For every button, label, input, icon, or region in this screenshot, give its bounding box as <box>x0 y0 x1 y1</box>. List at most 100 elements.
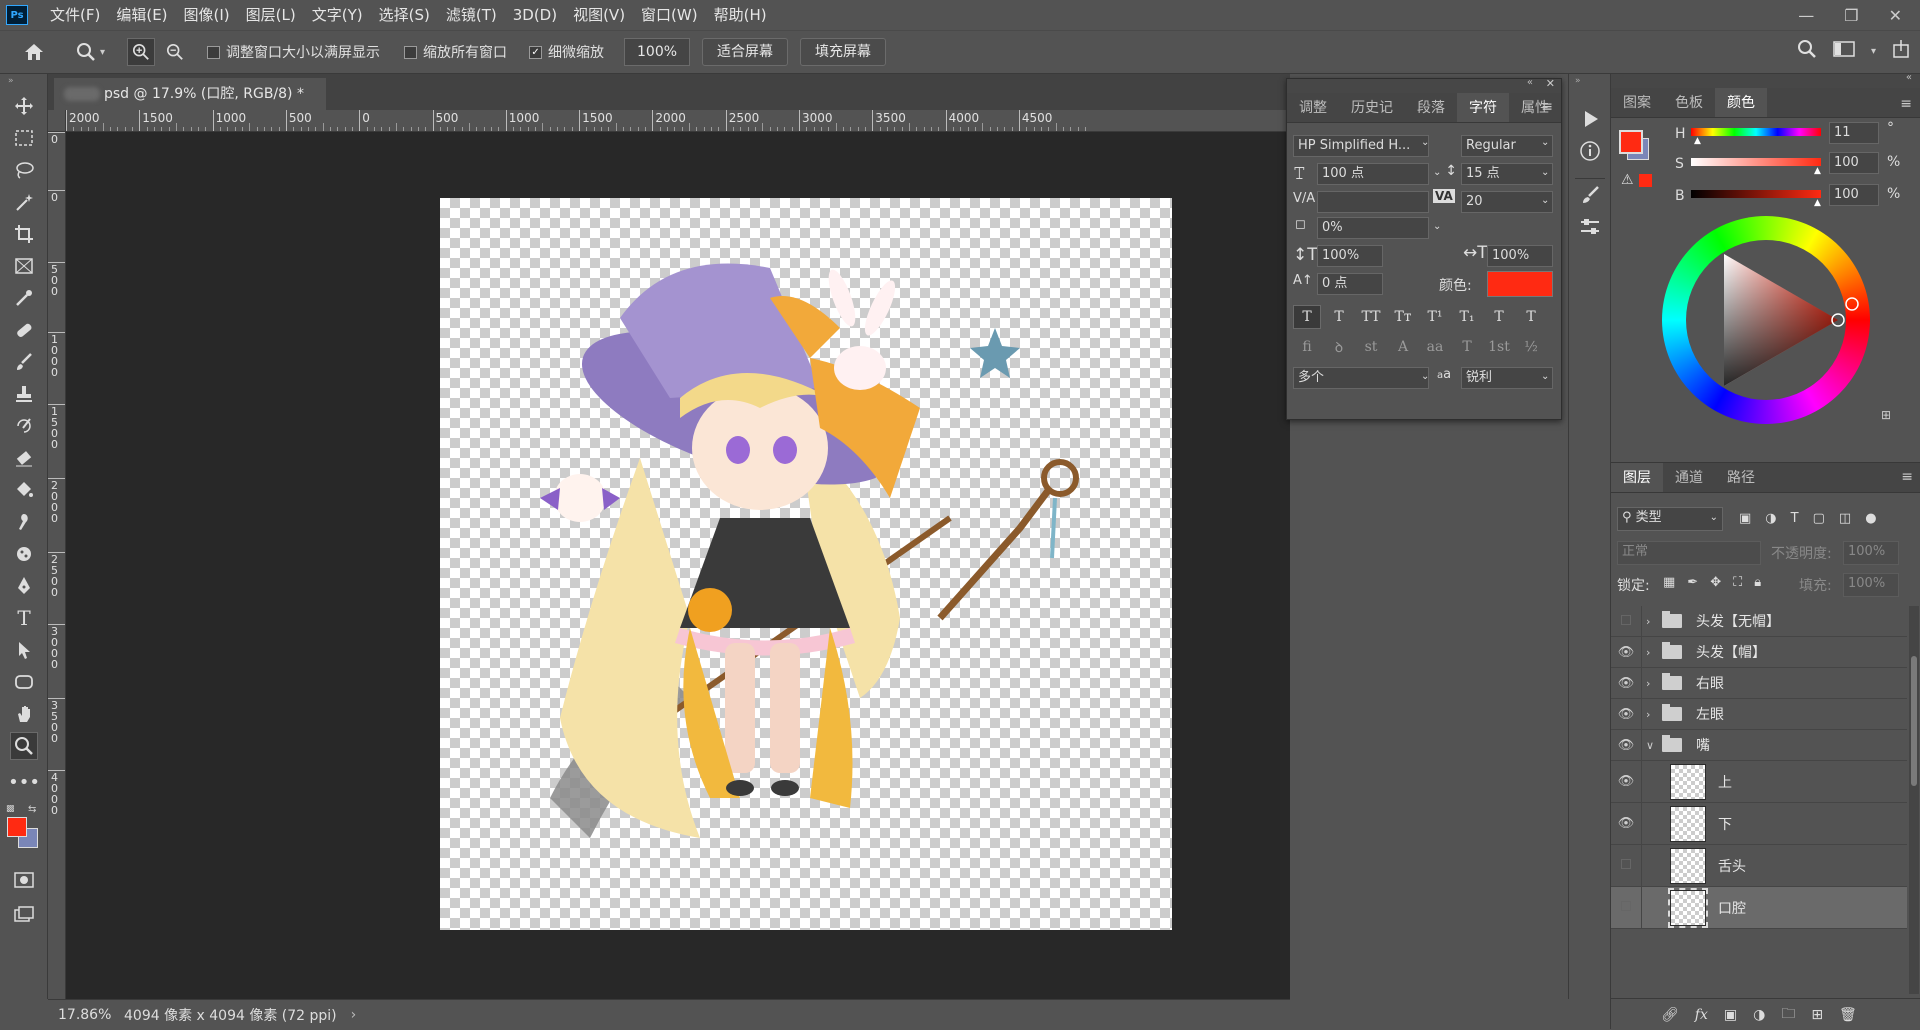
hue-slider-thumb[interactable]: ▲ <box>1694 136 1701 146</box>
panel-tab[interactable]: 通道 <box>1663 463 1715 492</box>
layer-group-row[interactable]: 👁︎ › 右眼 <box>1611 667 1907 699</box>
rectangle-tool-icon[interactable] <box>10 668 38 696</box>
layer-row[interactable]: 口腔 <box>1611 886 1907 929</box>
color-wheel[interactable] <box>1662 216 1870 424</box>
kerning-input[interactable] <box>1317 191 1429 213</box>
eye-visible-icon[interactable]: 👁︎ <box>1611 707 1641 722</box>
eye-visible-icon[interactable]: 👁︎ <box>1611 774 1641 789</box>
vertical-ruler[interactable]: 0 0 5 0 0 1 0 0 0 1 5 0 0 2 0 0 0 2 5 0 0 3 0 0… <box>48 132 66 999</box>
font-size-input[interactable]: 100 点 <box>1317 163 1429 185</box>
panel-tab[interactable]: 历史记 <box>1339 93 1405 122</box>
chevron-right-icon[interactable]: › <box>1646 708 1660 721</box>
fill-screen-button[interactable]: 填充屏幕 <box>800 38 887 66</box>
panel-tab[interactable]: 字符 <box>1457 93 1509 122</box>
minimize-icon[interactable]: — <box>1798 6 1814 25</box>
foreground-color-swatch[interactable] <box>7 817 27 837</box>
checkbox-box[interactable] <box>404 45 418 59</box>
history-brush-icon[interactable] <box>10 412 38 440</box>
quick-mask-icon[interactable] <box>10 866 38 894</box>
menu-item[interactable]: 帮助(H) <box>706 0 775 30</box>
restore-icon[interactable]: ❐ <box>1844 6 1858 25</box>
layer-style-icon[interactable]: fx <box>1695 1007 1708 1023</box>
text-style-button[interactable]: A <box>1389 335 1417 359</box>
layer-row[interactable]: 舌头 <box>1611 844 1907 887</box>
brush-tool-icon[interactable] <box>10 348 38 376</box>
blend-mode-select[interactable]: 正常 <box>1617 541 1761 565</box>
eraser-tool-icon[interactable] <box>10 444 38 472</box>
tsume-input[interactable]: 0% <box>1317 217 1429 239</box>
layer-group-row[interactable]: 👁︎ › 头发【帽】 <box>1611 636 1907 668</box>
menu-item[interactable]: 窗口(W) <box>633 0 706 30</box>
text-style-button[interactable]: T <box>1485 305 1513 329</box>
panel-menu-icon[interactable]: ≡ <box>1541 99 1553 115</box>
link-layers-icon[interactable]: 🔗︎ <box>1661 1007 1679 1023</box>
brightness-slider-thumb[interactable]: ▲ <box>1814 198 1821 208</box>
text-style-button[interactable]: fi <box>1293 335 1321 359</box>
filter-adjustment-icon[interactable]: ◑ <box>1765 511 1776 526</box>
brightness-input[interactable]: 100 <box>1829 184 1879 206</box>
text-style-button[interactable]: 1st <box>1485 335 1513 359</box>
close-icon[interactable]: ✕ <box>1889 6 1902 25</box>
baseline-shift-input[interactable]: 0 点 <box>1317 273 1383 295</box>
vertical-scale-input[interactable]: 100% <box>1317 245 1383 267</box>
eye-hidden-icon[interactable] <box>1611 858 1641 873</box>
lock-artboard-icon[interactable]: ⛶ <box>1733 575 1742 590</box>
gamut-color-swatch[interactable] <box>1639 174 1652 187</box>
text-style-button[interactable]: st <box>1357 335 1385 359</box>
chevron-down-icon[interactable]: ∨ <box>1646 739 1660 752</box>
chevron-right-icon[interactable]: › <box>351 1007 357 1023</box>
text-style-button[interactable]: TT <box>1357 305 1385 329</box>
eye-visible-icon[interactable]: 👁︎ <box>1611 738 1641 753</box>
menu-item[interactable]: 文件(F) <box>42 0 108 30</box>
eye-visible-icon[interactable]: 👁︎ <box>1611 816 1641 831</box>
scrubby-zoom-checkbox[interactable]: ✓ 细微缩放 <box>529 42 604 62</box>
share-icon[interactable] <box>1892 39 1910 63</box>
move-tool-icon[interactable] <box>10 92 38 120</box>
zoom-percent-input[interactable]: 100% <box>624 38 691 66</box>
chevron-right-icon[interactable]: › <box>1646 646 1660 659</box>
layer-group-row[interactable]: 👁︎ › 左眼 <box>1611 698 1907 730</box>
zoom-in-icon[interactable] <box>127 38 156 66</box>
default-colors-icon[interactable]: ▩ <box>6 804 15 814</box>
filter-toggle-icon[interactable]: ● <box>1865 511 1876 526</box>
document-tab[interactable]: psd @ 17.9% (口腔, RGB/8) * ✕ <box>54 78 326 133</box>
delete-layer-icon[interactable]: 🗑︎ <box>1839 1007 1857 1023</box>
screen-mode-icon[interactable] <box>10 900 38 928</box>
layer-thumbnail[interactable] <box>1668 887 1708 928</box>
eye-visible-icon[interactable]: 👁︎ <box>1611 676 1641 691</box>
checkbox-box[interactable] <box>207 45 221 59</box>
chevron-down-icon[interactable]: ⌄ <box>1541 371 1549 382</box>
text-style-button[interactable]: T <box>1325 305 1353 329</box>
sponge-tool-icon[interactable] <box>10 540 38 568</box>
lock-all-icon[interactable]: 🔒︎ <box>1754 575 1761 590</box>
chevron-down-icon[interactable]: ▾ <box>100 47 105 58</box>
add-mask-icon[interactable]: ▣ <box>1724 1007 1737 1023</box>
panel-tab[interactable]: 图案 <box>1611 88 1663 117</box>
layer-group-row[interactable]: › 头发【无帽】 <box>1611 606 1907 637</box>
menu-item[interactable]: 文字(Y) <box>304 0 371 30</box>
menu-item[interactable]: 图像(I) <box>176 0 238 30</box>
foreground-color-swatch[interactable] <box>1619 130 1643 154</box>
text-style-button[interactable]: ½ <box>1517 335 1545 359</box>
text-style-button[interactable]: T <box>1453 335 1481 359</box>
stamp-tool-icon[interactable] <box>10 380 38 408</box>
chevron-down-icon[interactable]: ⌄ <box>1541 167 1549 178</box>
collapse-panels-icon[interactable]: « <box>1906 72 1912 83</box>
swap-colors-icon[interactable]: ⇆ <box>28 804 36 815</box>
panel-tab[interactable]: 色板 <box>1663 88 1715 117</box>
color-triangle[interactable] <box>1662 216 1870 424</box>
font-family-select[interactable]: HP Simplified H... <box>1293 135 1429 157</box>
horizontal-ruler[interactable]: 2000 1500 1000 500 0 500 1000 1500 2000 2500 3000 3… <box>66 110 1290 132</box>
panel-tab[interactable]: 图层 <box>1611 463 1663 492</box>
tracking-input[interactable]: 20 <box>1461 191 1553 213</box>
panel-tab[interactable]: 段落 <box>1405 93 1457 122</box>
menu-item[interactable]: 滤镜(T) <box>438 0 505 30</box>
layer-thumbnail[interactable] <box>1670 847 1706 884</box>
crop-tool-icon[interactable] <box>10 220 38 248</box>
healing-brush-icon[interactable] <box>10 316 38 344</box>
hand-tool-icon[interactable] <box>10 700 38 728</box>
text-style-button[interactable]: ꝺ <box>1325 335 1353 359</box>
eye-visible-icon[interactable]: 👁︎ <box>1611 645 1641 660</box>
adjustments-sliders-icon[interactable] <box>1579 216 1601 242</box>
menu-item[interactable]: 视图(V) <box>565 0 633 30</box>
